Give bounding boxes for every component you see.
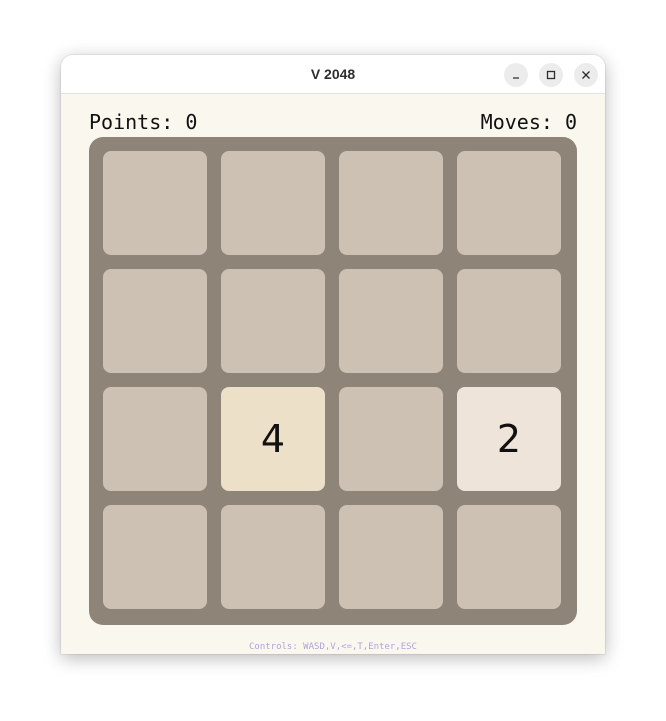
empty-cell: [339, 151, 443, 255]
empty-cell: [103, 505, 207, 609]
empty-cell: [339, 269, 443, 373]
empty-cell: [103, 151, 207, 255]
points-counter: Points: 0: [89, 110, 198, 134]
empty-cell: [457, 269, 561, 373]
maximize-icon: [546, 70, 556, 80]
controls-hint: Controls: WASD,V,<=,T,Enter,ESC: [249, 642, 417, 652]
title-bar[interactable]: V 2048: [61, 55, 605, 94]
empty-cell: [457, 505, 561, 609]
game-board[interactable]: 42: [89, 137, 577, 625]
close-icon: [582, 71, 590, 79]
tile-2: 2: [457, 387, 561, 491]
empty-cell: [103, 387, 207, 491]
game-window: V 2048 Points: 0 Moves: 0 42 Controls: W…: [61, 55, 605, 654]
close-button[interactable]: [574, 63, 598, 87]
minimize-icon: [513, 77, 519, 79]
empty-cell: [103, 269, 207, 373]
tile-4: 4: [221, 387, 325, 491]
empty-cell: [221, 151, 325, 255]
minimize-button[interactable]: [504, 63, 528, 87]
maximize-button[interactable]: [539, 63, 563, 87]
empty-cell: [339, 387, 443, 491]
empty-cell: [221, 269, 325, 373]
moves-counter: Moves: 0: [480, 110, 577, 134]
empty-cell: [457, 151, 561, 255]
empty-cell: [221, 505, 325, 609]
empty-cell: [339, 505, 443, 609]
